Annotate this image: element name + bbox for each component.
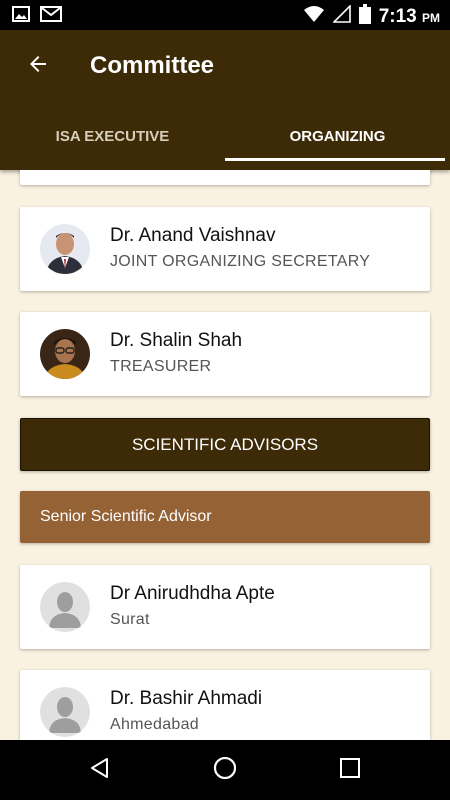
active-tab-indicator	[225, 158, 445, 161]
nav-recents-button[interactable]	[330, 752, 370, 788]
recents-square-icon	[339, 757, 361, 784]
committee-list[interactable]: Dr. Anand Vaishnav JOINT ORGANIZING SECR…	[0, 170, 450, 740]
member-card[interactable]: Dr. Anand Vaishnav JOINT ORGANIZING SECR…	[20, 207, 430, 291]
list-item[interactable]	[20, 170, 430, 185]
advisor-card[interactable]: Dr Anirudhdha Apte Surat	[20, 565, 430, 649]
app-bar: Committee ISA EXECUTIVE ORGANIZING	[0, 30, 450, 170]
member-role: JOINT ORGANIZING SECRETARY	[110, 253, 371, 270]
advisor-location: Surat	[110, 611, 150, 628]
signal-icon	[331, 4, 351, 28]
member-card[interactable]: Dr. Shalin Shah TREASURER	[20, 312, 430, 396]
status-bar: 7:13 PM	[0, 0, 450, 30]
clock: 7:13 PM	[378, 5, 440, 27]
nav-back-button[interactable]	[80, 752, 120, 788]
member-name: Dr. Anand Vaishnav	[110, 225, 276, 246]
member-role: TREASURER	[110, 358, 212, 375]
member-name: Dr. Shalin Shah	[110, 330, 243, 351]
tab-isa-executive[interactable]: ISA EXECUTIVE	[0, 110, 225, 162]
advisor-location: Ahmedabad	[110, 716, 199, 733]
gmail-icon	[40, 6, 62, 27]
page-title: Committee	[90, 52, 215, 79]
advisor-name: Dr Anirudhdha Apte	[110, 583, 275, 604]
nav-home-button[interactable]	[205, 752, 245, 788]
image-icon	[12, 6, 30, 27]
wifi-icon	[303, 5, 325, 28]
back-button[interactable]	[18, 50, 58, 82]
avatar	[40, 329, 90, 379]
home-circle-icon	[212, 755, 238, 786]
scientific-advisors-button[interactable]: SCIENTIFIC ADVISORS	[20, 418, 430, 471]
avatar-placeholder	[40, 687, 90, 737]
avatar-placeholder	[40, 582, 90, 632]
battery-icon	[358, 4, 371, 29]
advisor-card[interactable]: Dr. Bashir Ahmadi Ahmedabad	[20, 670, 430, 740]
arrow-left-icon	[26, 52, 50, 81]
system-nav-bar	[0, 740, 450, 800]
senior-scientific-advisor-header: Senior Scientific Advisor	[20, 491, 430, 543]
tab-organizing[interactable]: ORGANIZING	[225, 110, 450, 162]
back-triangle-icon	[88, 756, 112, 785]
advisor-name: Dr. Bashir Ahmadi	[110, 688, 263, 709]
avatar	[40, 224, 90, 274]
